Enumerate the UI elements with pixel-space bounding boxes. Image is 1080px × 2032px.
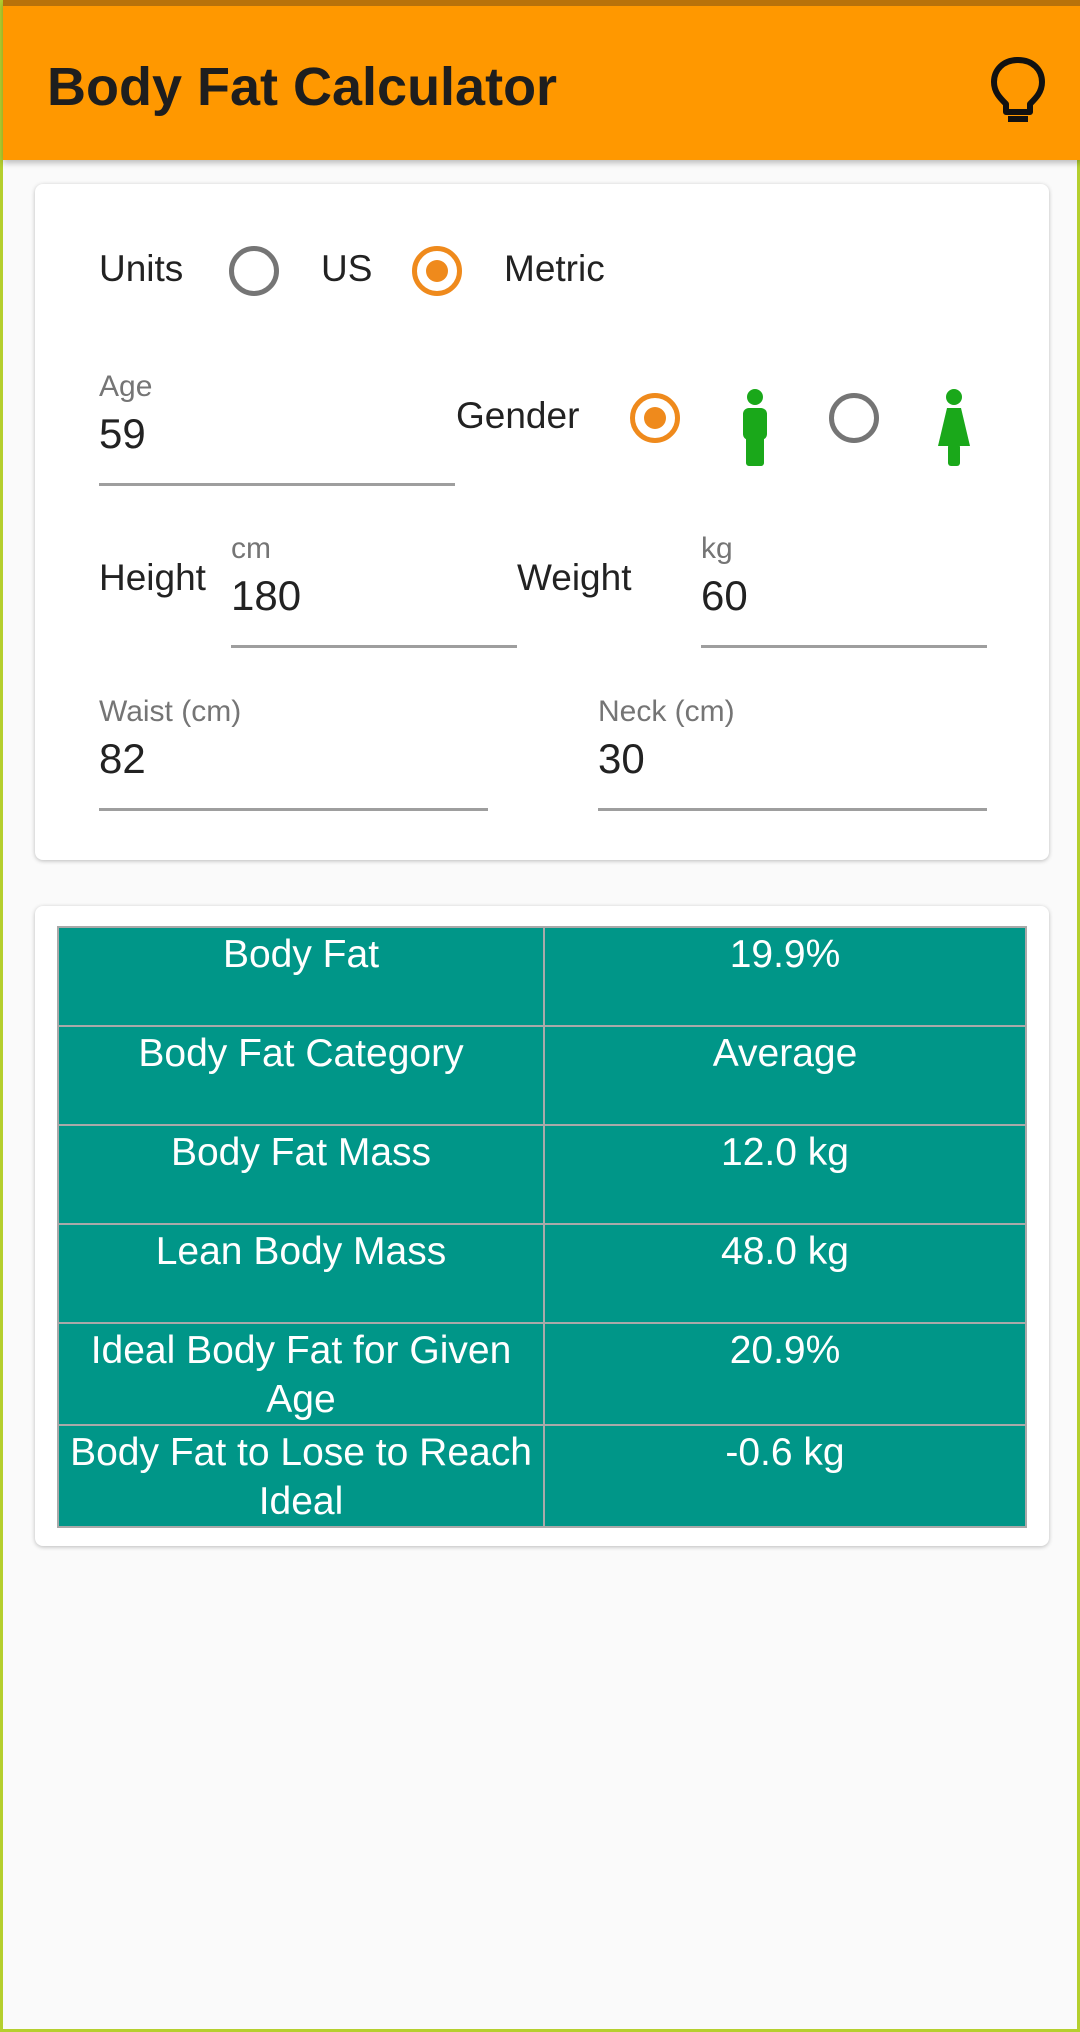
weight-unit-label: kg: [701, 532, 733, 565]
result-label: Lean Body Mass: [57, 1223, 545, 1324]
result-label: Body Fat: [57, 926, 545, 1027]
age-underline: [99, 483, 455, 486]
height-input[interactable]: 180: [231, 572, 301, 620]
result-value: 19.9%: [543, 926, 1027, 1027]
waist-field[interactable]: Waist (cm) 82: [99, 695, 488, 811]
table-row: Lean Body Mass 48.0 kg: [57, 1223, 1027, 1324]
result-label: Body Fat Category: [57, 1025, 545, 1126]
app-title: Body Fat Calculator: [47, 57, 558, 117]
results-card: Body Fat 19.9% Body Fat Category Average…: [35, 906, 1049, 1546]
units-us-radio[interactable]: [229, 246, 279, 296]
table-row: Ideal Body Fat for Given Age 20.9%: [57, 1322, 1027, 1426]
age-field[interactable]: Age 59: [99, 370, 455, 486]
table-row: Body Fat Category Average: [57, 1025, 1027, 1126]
weight-field[interactable]: kg 60: [701, 532, 987, 648]
neck-field[interactable]: Neck (cm) 30: [598, 695, 987, 811]
result-value: -0.6 kg: [543, 1424, 1027, 1528]
male-icon[interactable]: [735, 388, 775, 468]
gender-male-radio[interactable]: [630, 393, 680, 443]
table-row: Body Fat to Lose to Reach Ideal -0.6 kg: [57, 1424, 1027, 1528]
height-underline: [231, 645, 517, 648]
results-table: Body Fat 19.9% Body Fat Category Average…: [57, 926, 1027, 1528]
age-label: Age: [99, 370, 153, 403]
neck-label: Neck (cm): [598, 695, 735, 728]
weight-input[interactable]: 60: [701, 572, 748, 620]
result-label: Body Fat to Lose to Reach Ideal: [57, 1424, 545, 1528]
table-row: Body Fat Mass 12.0 kg: [57, 1124, 1027, 1225]
gender-label: Gender: [456, 395, 580, 436]
age-input[interactable]: 59: [99, 410, 146, 458]
height-field[interactable]: cm 180: [231, 532, 517, 648]
result-label: Body Fat Mass: [57, 1124, 545, 1225]
result-label: Ideal Body Fat for Given Age: [57, 1322, 545, 1426]
result-value: 12.0 kg: [543, 1124, 1027, 1225]
units-metric-radio[interactable]: [412, 246, 462, 296]
waist-underline: [99, 808, 488, 811]
result-value: 20.9%: [543, 1322, 1027, 1426]
app-bar: Body Fat Calculator: [3, 0, 1080, 160]
units-us-label[interactable]: US: [321, 248, 372, 290]
units-metric-label[interactable]: Metric: [504, 248, 605, 290]
result-value: 48.0 kg: [543, 1223, 1027, 1324]
lightbulb-icon[interactable]: [988, 56, 1048, 126]
waist-label: Waist (cm): [99, 695, 242, 728]
waist-input[interactable]: 82: [99, 735, 146, 783]
weight-underline: [701, 645, 987, 648]
table-row: Body Fat 19.9%: [57, 926, 1027, 1027]
gender-female-radio[interactable]: [829, 393, 879, 443]
units-label: Units: [99, 248, 184, 289]
neck-underline: [598, 808, 987, 811]
female-icon[interactable]: [934, 388, 974, 468]
input-card: Units US Metric Age 59 Gender Height cm …: [35, 184, 1049, 860]
height-label: Height: [99, 557, 206, 598]
neck-input[interactable]: 30: [598, 735, 645, 783]
height-unit-label: cm: [231, 532, 271, 565]
result-value: Average: [543, 1025, 1027, 1126]
weight-label: Weight: [517, 557, 632, 598]
